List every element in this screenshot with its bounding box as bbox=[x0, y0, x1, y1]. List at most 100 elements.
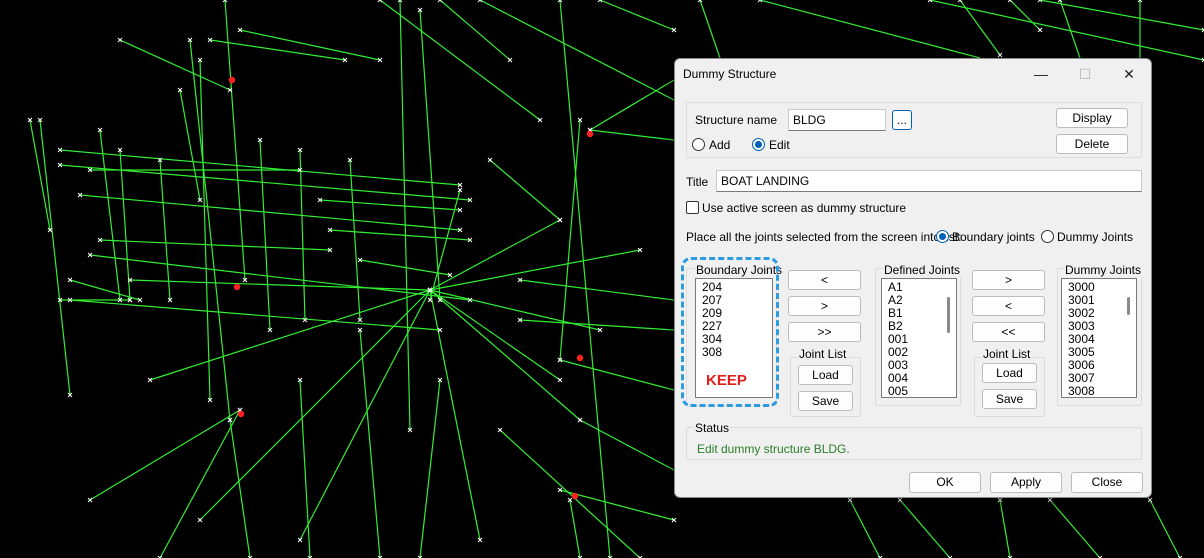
wireframe-member bbox=[159, 409, 241, 558]
minimize-button[interactable]: — bbox=[1019, 61, 1063, 87]
mode-add-radio[interactable] bbox=[692, 138, 705, 151]
wireframe-member bbox=[579, 419, 675, 471]
joint-node-mark bbox=[997, 52, 1003, 58]
structure-name-label: Structure name bbox=[695, 113, 778, 127]
wireframe-member bbox=[959, 0, 1001, 56]
move-to-boundary-button[interactable]: < bbox=[788, 270, 861, 290]
wireframe-member bbox=[319, 199, 461, 211]
highlighted-joint-node bbox=[576, 354, 584, 362]
highlighted-joint-node bbox=[586, 130, 594, 138]
joint-node-mark bbox=[507, 57, 513, 63]
place-dummy-label: Dummy Joints bbox=[1057, 230, 1134, 244]
browse-button[interactable]: ... bbox=[892, 110, 912, 130]
joint-node-mark bbox=[437, 0, 443, 3]
joint-node-mark bbox=[557, 377, 563, 383]
wireframe-member bbox=[299, 289, 431, 541]
place-dummy-radio[interactable] bbox=[1041, 230, 1054, 243]
wireframe-member bbox=[589, 129, 675, 141]
dummy-joints-list[interactable]: 3000 3001 3002 3003 3004 3005 3006 3007 3008 bbox=[1061, 278, 1137, 398]
wireframe-member bbox=[359, 259, 451, 276]
move-all-to-defined-button[interactable]: >> bbox=[788, 322, 861, 342]
dialog-title: Dummy Structure bbox=[683, 67, 777, 81]
wireframe-member bbox=[479, 0, 675, 101]
wireframe-member bbox=[519, 279, 675, 301]
structure-name-input[interactable]: BLDG bbox=[788, 109, 886, 131]
display-button[interactable]: Display bbox=[1056, 108, 1128, 128]
joint-node-mark bbox=[197, 517, 203, 523]
mode-add-label: Add bbox=[709, 138, 731, 152]
wireframe-member bbox=[489, 159, 561, 221]
joint-node-mark bbox=[87, 497, 93, 503]
maximize-button: ☐ bbox=[1078, 66, 1092, 82]
dummy-joint-item[interactable]: 3008 bbox=[1068, 385, 1136, 398]
wireframe-member bbox=[39, 119, 71, 396]
move-to-dummy-button[interactable]: > bbox=[972, 270, 1045, 290]
use-active-screen-checkbox[interactable] bbox=[686, 201, 699, 214]
place-boundary-radio[interactable] bbox=[936, 230, 949, 243]
move-all-from-dummy-button[interactable]: << bbox=[972, 322, 1045, 342]
mode-edit-radio[interactable] bbox=[752, 138, 765, 151]
joint-node-mark bbox=[487, 157, 493, 163]
wireframe-member bbox=[79, 194, 461, 231]
wireframe-member bbox=[129, 279, 431, 291]
wireframe-member bbox=[1049, 499, 1101, 558]
joint-node-mark bbox=[847, 497, 853, 503]
close-window-button[interactable]: ✕ bbox=[1107, 61, 1151, 87]
status-text: Edit dummy structure BLDG. bbox=[697, 442, 850, 456]
apply-button[interactable]: Apply bbox=[990, 472, 1062, 493]
wireframe-member bbox=[359, 329, 381, 558]
title-bar: Dummy Structure — ☐ ✕ bbox=[675, 59, 1151, 89]
wireframe-member bbox=[429, 289, 561, 381]
joint-node-mark bbox=[1037, 27, 1043, 33]
wireframe-member bbox=[399, 0, 411, 431]
wireframe-member bbox=[419, 9, 441, 301]
wireframe-member bbox=[599, 0, 675, 31]
place-joints-label: Place all the joints selected from the s… bbox=[686, 230, 962, 244]
wireframe-member bbox=[199, 289, 431, 521]
wireframe-member bbox=[849, 499, 881, 558]
joint-node-mark bbox=[537, 117, 543, 123]
highlighted-joint-node bbox=[228, 76, 236, 84]
close-button[interactable]: Close bbox=[1071, 472, 1143, 493]
wireframe-member bbox=[209, 39, 346, 61]
dummy-list-scrollbar[interactable] bbox=[1127, 297, 1130, 315]
wireframe-member bbox=[239, 29, 381, 61]
dummy-save-button[interactable]: Save bbox=[982, 389, 1037, 409]
wireframe-member bbox=[189, 39, 231, 421]
wireframe-member bbox=[759, 0, 981, 59]
wireframe-member bbox=[119, 149, 131, 301]
defined-list-scrollbar[interactable] bbox=[947, 297, 950, 333]
boundary-save-button[interactable]: Save bbox=[798, 391, 853, 411]
wireframe-member bbox=[349, 159, 361, 321]
joint-list-right-label: Joint List bbox=[982, 347, 1032, 361]
wireframe-member bbox=[559, 0, 611, 558]
wireframe-member bbox=[589, 79, 675, 131]
wireframe-member bbox=[559, 359, 675, 391]
wireframe-member bbox=[199, 59, 211, 401]
joint-node-mark bbox=[1047, 497, 1053, 503]
ok-button[interactable]: OK bbox=[909, 472, 981, 493]
move-to-defined-button[interactable]: > bbox=[788, 296, 861, 316]
joint-node-mark bbox=[577, 417, 583, 423]
wireframe-member bbox=[429, 189, 461, 301]
wireframe-member bbox=[224, 0, 246, 281]
delete-button[interactable]: Delete bbox=[1056, 134, 1128, 154]
joint-node-mark bbox=[1147, 497, 1153, 503]
wireframe-member bbox=[89, 409, 241, 501]
wireframe-member bbox=[519, 319, 675, 331]
title-input[interactable]: BOAT LANDING bbox=[716, 170, 1142, 192]
wireframe-member bbox=[419, 379, 441, 558]
joint-node-mark bbox=[497, 427, 503, 433]
wireframe-member bbox=[999, 499, 1011, 558]
joint-node-mark bbox=[297, 537, 303, 543]
wireframe-member bbox=[439, 0, 511, 61]
move-from-dummy-button[interactable]: < bbox=[972, 296, 1045, 316]
highlighted-joint-node bbox=[233, 283, 241, 291]
boundary-load-button[interactable]: Load bbox=[798, 365, 853, 385]
place-boundary-label: Boundary joints bbox=[952, 230, 1035, 244]
wireframe-member bbox=[429, 249, 641, 291]
defined-joint-item[interactable]: 005 bbox=[888, 385, 956, 398]
wireframe-member bbox=[1009, 0, 1041, 31]
defined-joints-list[interactable]: A1 A2 B1 B2 001 002 003 004 005 bbox=[881, 278, 957, 398]
dummy-load-button[interactable]: Load bbox=[982, 363, 1037, 383]
